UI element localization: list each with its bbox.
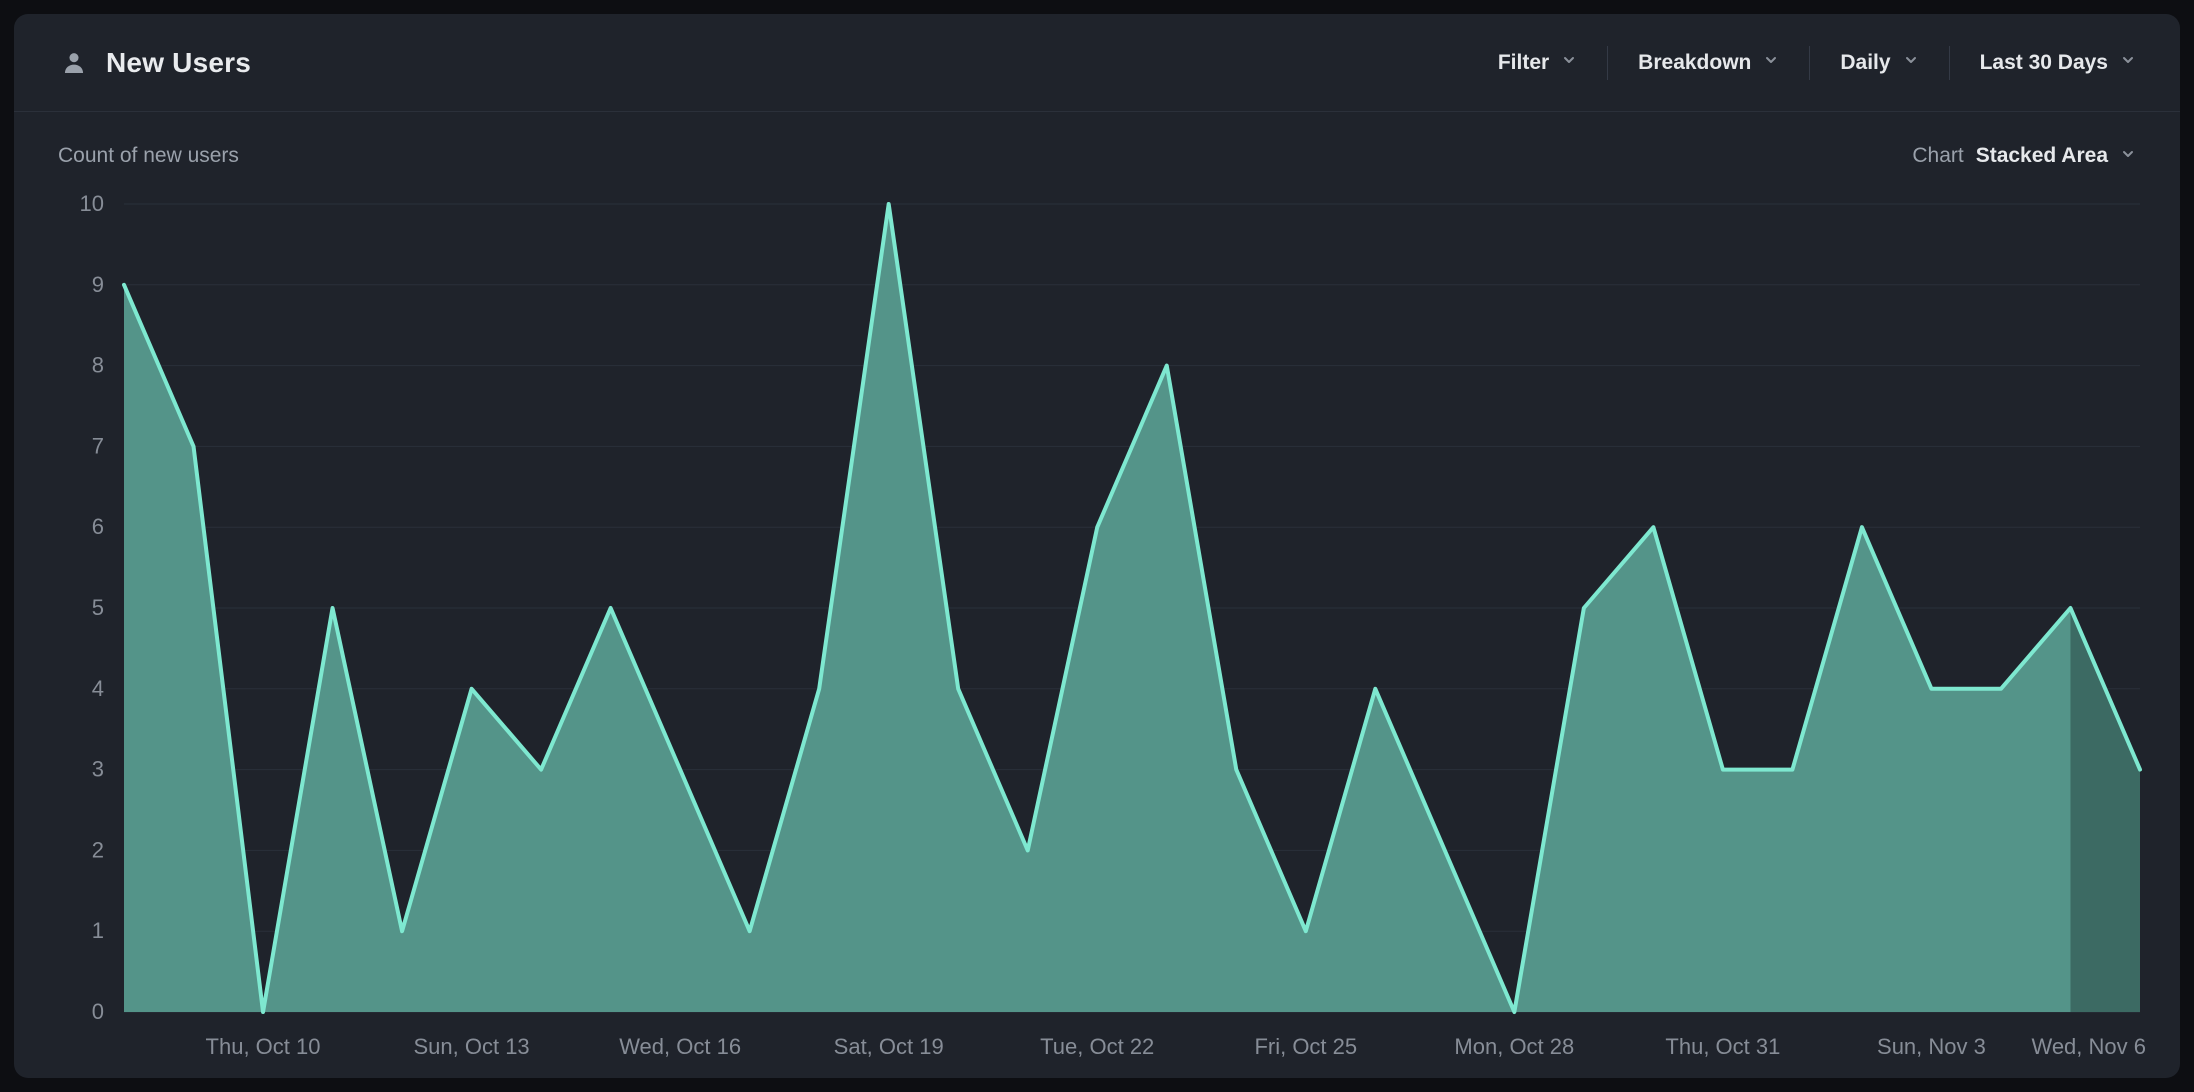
filter-button[interactable]: Filter (1468, 51, 1607, 75)
page-title: New Users (106, 47, 251, 79)
y-tick-label: 7 (92, 433, 104, 458)
chart-canvas[interactable]: 0 1 2 3 4 5 6 7 8 9 10 Thu, Oct 10 Sun, Oct 13 Wed, O… (14, 168, 2180, 1078)
card-header: New Users Filter Breakdown Daily (14, 14, 2180, 112)
granularity-label: Daily (1840, 51, 1890, 75)
x-tick-label: Thu, Oct 31 (1665, 1034, 1780, 1059)
date-range-label: Last 30 Days (1980, 51, 2108, 75)
y-tick-label: 5 (92, 595, 104, 620)
new-users-card: New Users Filter Breakdown Daily (14, 14, 2180, 1078)
filter-label: Filter (1498, 51, 1549, 75)
y-tick-label: 0 (92, 999, 104, 1024)
x-tick-label: Mon, Oct 28 (1454, 1034, 1574, 1059)
y-tick-label: 2 (92, 837, 104, 862)
chevron-down-icon (2120, 52, 2136, 73)
x-tick-label: Sat, Oct 19 (834, 1034, 944, 1059)
person-icon (58, 47, 90, 79)
chevron-down-icon (1561, 52, 1577, 73)
x-tick-label: Wed, Nov 6 (2031, 1034, 2146, 1059)
x-tick-label: Fri, Oct 25 (1254, 1034, 1357, 1059)
x-tick-label: Tue, Oct 22 (1040, 1034, 1154, 1059)
breakdown-label: Breakdown (1638, 51, 1751, 75)
x-tick-label: Wed, Oct 16 (619, 1034, 741, 1059)
y-tick-label: 8 (92, 353, 104, 378)
date-range-button[interactable]: Last 30 Days (1950, 51, 2136, 75)
chart-type-select[interactable]: Chart Stacked Area (1912, 144, 2136, 168)
x-tick-label: Thu, Oct 10 (206, 1034, 321, 1059)
x-tick-label: Sun, Nov 3 (1877, 1034, 1986, 1059)
chart-region: 0 1 2 3 4 5 6 7 8 9 10 Thu, Oct 10 Sun, Oct 13 Wed, O… (14, 168, 2180, 1078)
header-controls: Filter Breakdown Daily Las (1468, 46, 2136, 80)
partial-period-overlay (2070, 608, 2140, 1012)
chart-subheader: Count of new users Chart Stacked Area (14, 112, 2180, 168)
metric-label: Count of new users (58, 144, 239, 168)
y-tick-label: 4 (92, 676, 104, 701)
chart-type-value: Stacked Area (1976, 144, 2108, 168)
y-tick-label: 3 (92, 757, 104, 782)
breakdown-button[interactable]: Breakdown (1608, 51, 1809, 75)
y-tick-label: 10 (80, 191, 104, 216)
granularity-button[interactable]: Daily (1810, 51, 1948, 75)
y-tick-label: 1 (92, 918, 104, 943)
chevron-down-icon (1763, 52, 1779, 73)
x-tick-label: Sun, Oct 13 (413, 1034, 529, 1059)
chevron-down-icon (2120, 146, 2136, 167)
title-group: New Users (58, 47, 251, 79)
y-tick-label: 6 (92, 514, 104, 539)
y-tick-label: 9 (92, 272, 104, 297)
chart-type-caption: Chart (1912, 144, 1963, 168)
chevron-down-icon (1903, 52, 1919, 73)
